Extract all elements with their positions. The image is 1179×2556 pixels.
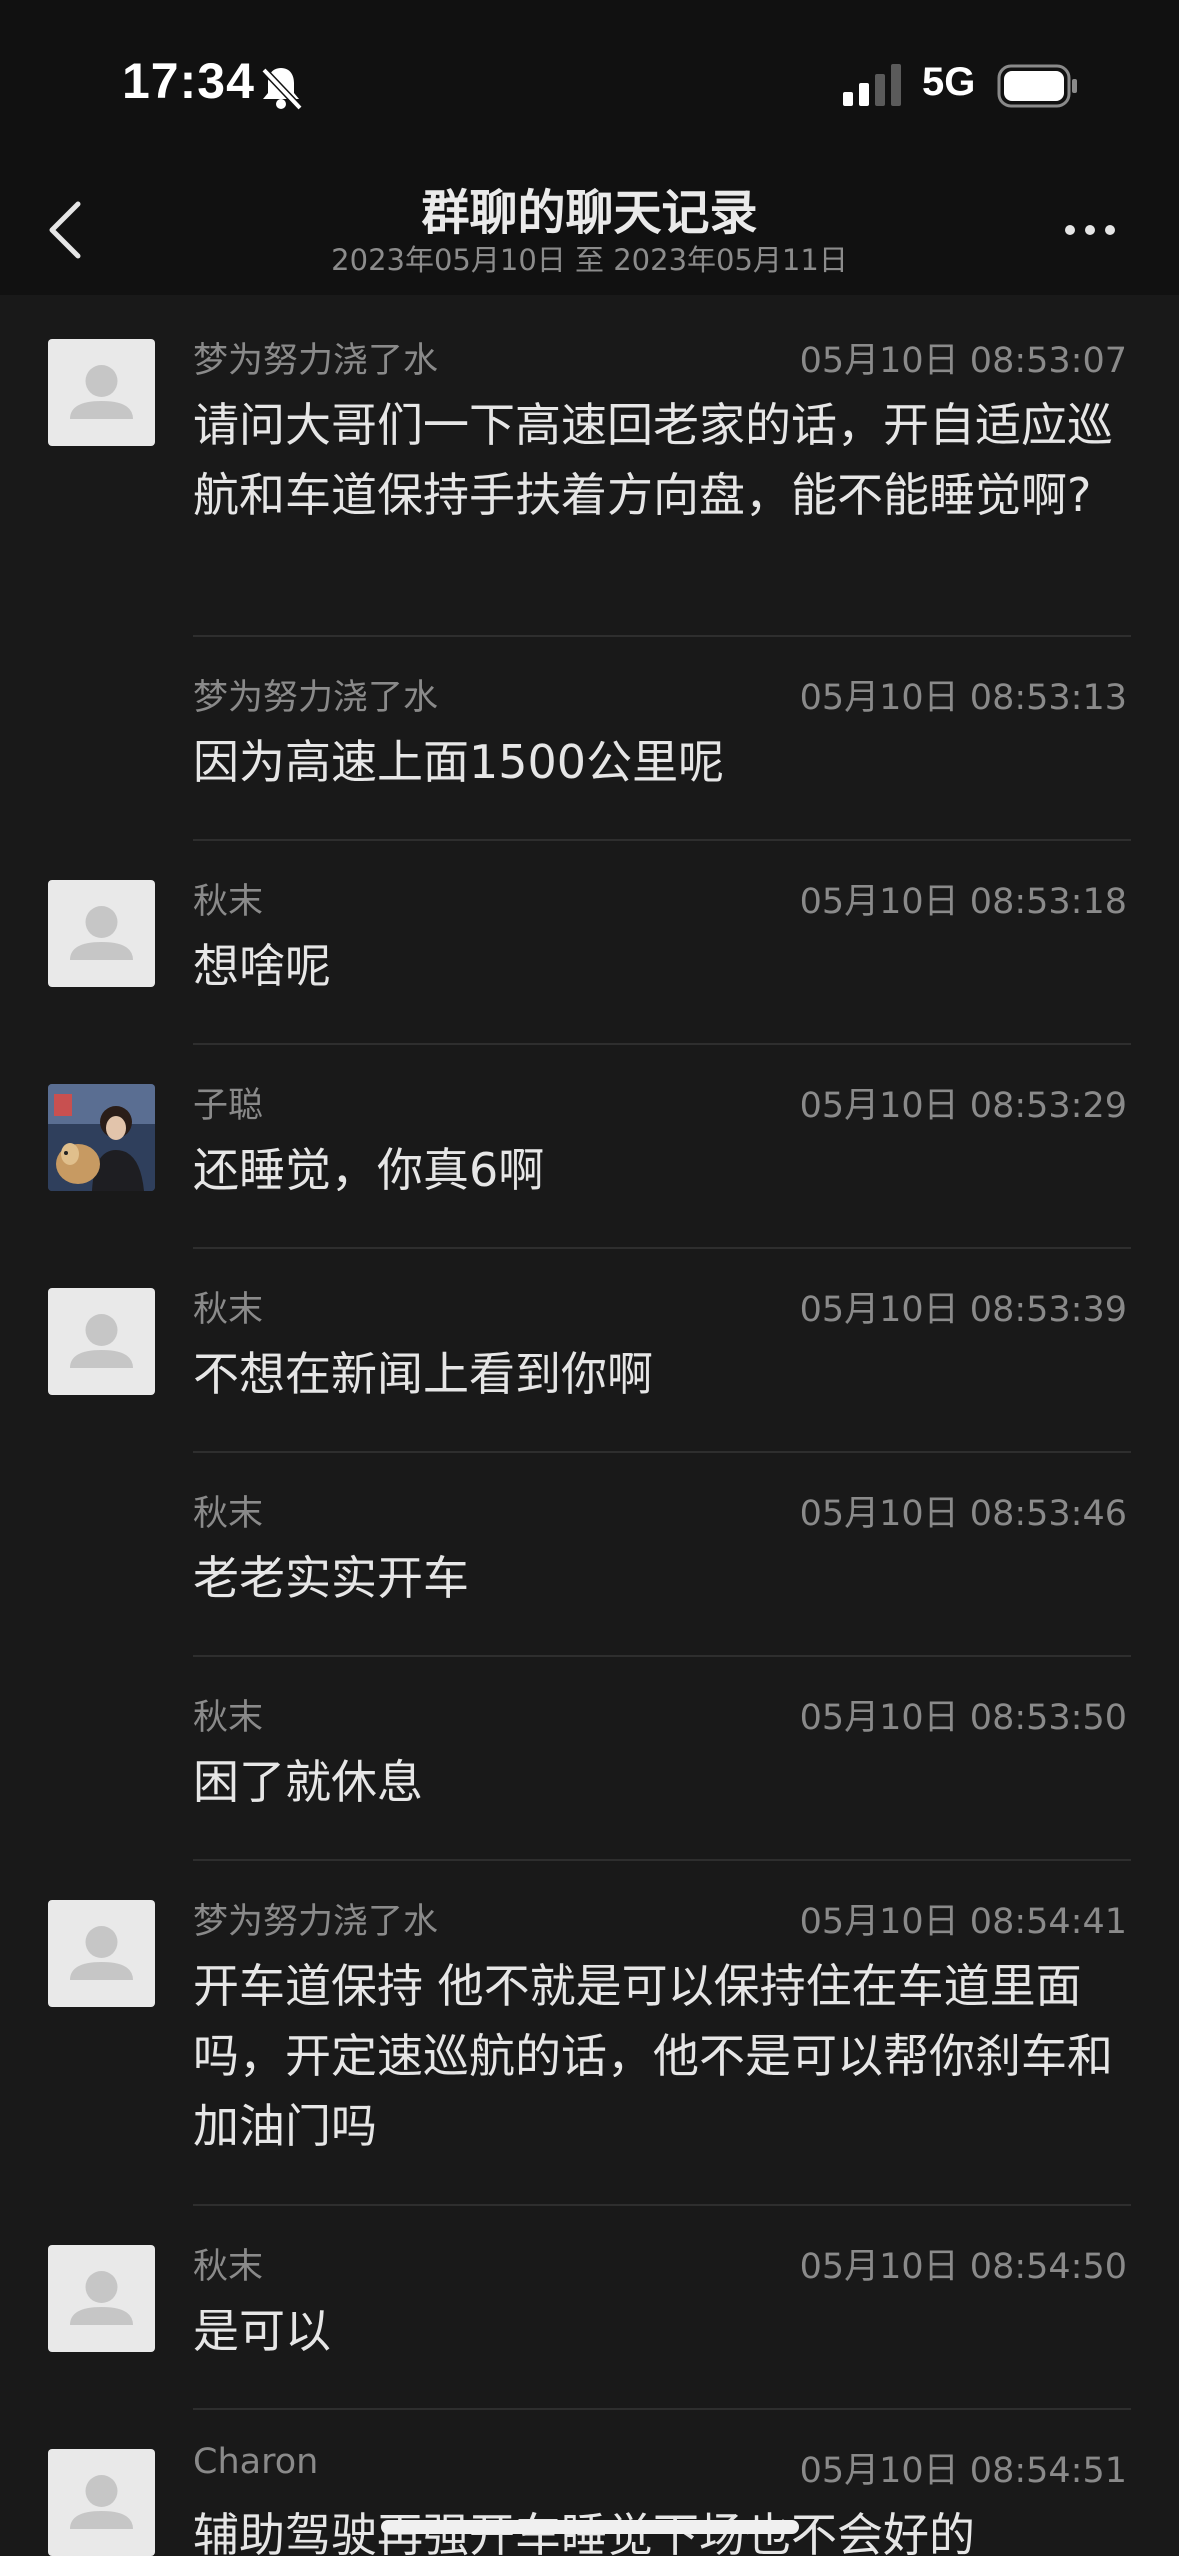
message-time: 05月10日 08:54:50 [799, 2247, 1127, 2287]
sender-name: 秋末 [193, 1494, 264, 1534]
message-item[interactable]: 梦为努力浇了水 05月10日 08:54:41 开车道保持 他不就是可以保持住在… [0, 1861, 1179, 2206]
message-list: 梦为努力浇了水 05月10日 08:53:07 请问大哥们一下高速回老家的话，开… [0, 300, 1179, 2556]
sender-name: 梦为努力浇了水 [193, 678, 439, 718]
message-item[interactable]: Charon 05月10日 08:54:51 辅助驾驶再强开车睡觉下场也不会好的 [0, 2410, 1179, 2556]
message-time: 05月10日 08:53:18 [799, 882, 1127, 922]
status-bar: 17:34 5G [0, 0, 1179, 165]
message-item[interactable]: 秋末 05月10日 08:53:50 困了就休息 [0, 1657, 1179, 1861]
default-avatar-icon [70, 2475, 133, 2529]
sender-name: 秋末 [193, 1290, 264, 1330]
sender-name: Charon [193, 2442, 319, 2482]
avatar[interactable] [48, 1900, 155, 2007]
default-avatar-icon [70, 1926, 133, 1980]
default-avatar-icon [70, 906, 133, 960]
sender-name: 子聪 [193, 1086, 264, 1126]
signal-strength-icon [843, 64, 901, 106]
message-time: 05月10日 08:53:13 [799, 678, 1127, 718]
default-avatar-icon [70, 1314, 133, 1368]
message-time: 05月10日 08:54:41 [799, 1902, 1127, 1942]
message-time: 05月10日 08:53:50 [799, 1698, 1127, 1738]
sender-name: 秋末 [193, 1698, 264, 1738]
home-indicator[interactable] [381, 2520, 799, 2534]
message-item[interactable]: 子聪 05月10日 08:53:29 还睡觉，你真6啊 [0, 1045, 1179, 1249]
message-item[interactable]: 秋末 05月10日 08:53:18 想啥呢 [0, 841, 1179, 1045]
message-item[interactable]: 梦为努力浇了水 05月10日 08:53:07 请问大哥们一下高速回老家的话，开… [0, 300, 1179, 637]
more-options-icon[interactable] [1060, 210, 1120, 250]
default-avatar-icon [70, 365, 133, 419]
avatar[interactable] [48, 2449, 155, 2556]
battery-icon [997, 64, 1077, 108]
message-time: 05月10日 08:54:51 [799, 2451, 1127, 2491]
sender-name: 梦为努力浇了水 [193, 341, 439, 381]
message-item[interactable]: 秋末 05月10日 08:54:50 是可以 [0, 2206, 1179, 2410]
default-avatar-icon [70, 2271, 133, 2325]
message-item[interactable]: 秋末 05月10日 08:53:46 老老实实开车 [0, 1453, 1179, 1657]
sender-name: 梦为努力浇了水 [193, 1902, 439, 1942]
chat-history-screen: 17:34 5G 群聊的聊天记录 2023年05月10日 至 2023年05月1… [0, 0, 1179, 2556]
status-time: 17:34 [122, 53, 255, 109]
avatar[interactable] [48, 339, 155, 446]
date-range-subtitle: 2023年05月10日 至 2023年05月11日 [331, 243, 848, 277]
message-item[interactable]: 梦为努力浇了水 05月10日 08:53:13 因为高速上面1500公里呢 [0, 637, 1179, 841]
avatar[interactable] [48, 880, 155, 987]
page-title: 群聊的聊天记录 [421, 185, 758, 241]
photo-avatar-icon [48, 1084, 155, 1191]
avatar[interactable] [48, 1084, 155, 1191]
network-label: 5G [922, 60, 976, 104]
avatar[interactable] [48, 1288, 155, 1395]
message-time: 05月10日 08:53:07 [799, 341, 1127, 381]
nav-header: 群聊的聊天记录 2023年05月10日 至 2023年05月11日 [0, 165, 1179, 295]
sender-name: 秋末 [193, 2247, 264, 2287]
sender-name: 秋末 [193, 882, 264, 922]
bell-off-icon [261, 67, 303, 111]
message-item[interactable]: 秋末 05月10日 08:53:39 不想在新闻上看到你啊 [0, 1249, 1179, 1453]
message-time: 05月10日 08:53:29 [799, 1086, 1127, 1126]
message-time: 05月10日 08:53:46 [799, 1494, 1127, 1534]
message-time: 05月10日 08:53:39 [799, 1290, 1127, 1330]
avatar[interactable] [48, 2245, 155, 2352]
